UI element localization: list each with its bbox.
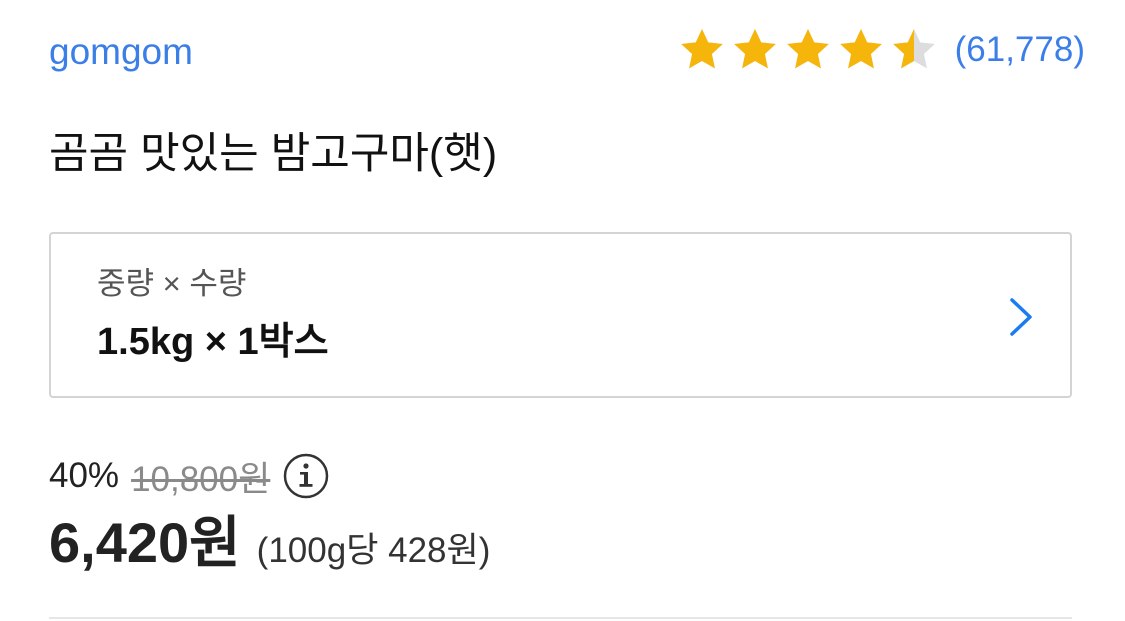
option-selector[interactable]: 중량 × 수량 1.5kg × 1박스 [49,232,1072,398]
price-discount-row: 40% 10,800원 [49,452,330,500]
info-icon[interactable] [282,452,330,500]
brand-link[interactable]: gomgom [49,28,193,76]
unit-price: (100g당 428원) [256,531,491,570]
sale-price: 6,420원 [49,511,241,574]
star-rating [678,26,943,74]
product-title: 곰곰 맛있는 밤고구마(햇) [49,130,498,178]
star-full-icon [786,29,829,69]
chevron-right-icon [1010,298,1032,336]
star-full-icon [839,29,882,69]
option-value: 1.5kg × 1박스 [97,321,329,363]
rating[interactable]: (61,778) [678,24,1085,76]
star-half-icon [892,29,935,69]
original-price: 10,800원 [131,459,271,499]
option-label: 중량 × 수량 [97,266,247,301]
discount-rate: 40% [49,456,120,495]
star-full-icon [733,29,776,69]
star-full-icon [680,29,723,69]
divider [49,617,1072,619]
review-count[interactable]: (61,778) [955,26,1085,74]
price-main-row: 6,420원 (100g당 428원) [49,508,490,578]
